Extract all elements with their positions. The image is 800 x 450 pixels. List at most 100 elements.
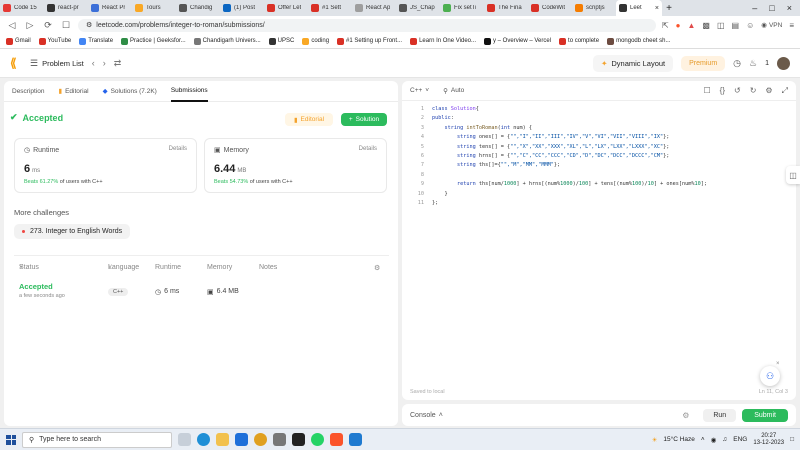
bookmark-item[interactable]: Practice | Geeksfor... [121,37,186,45]
bookmark-item[interactable]: #1 Setting up Front... [337,37,402,45]
explorer-icon[interactable] [216,433,229,446]
streak-icon[interactable]: ♨ [749,58,757,69]
vpn-button[interactable]: ◉ VPN [761,21,782,30]
bookmark-item[interactable]: y – Overview – Vercel [484,37,551,45]
settings-icon[interactable]: ⚙ [374,264,380,272]
close-window-icon[interactable]: × [787,3,792,13]
wallet-icon[interactable]: ▤ [732,21,740,30]
language-select[interactable]: C++ ˅ [410,87,429,94]
memory-details-link[interactable]: Details [359,146,377,152]
notification-icon[interactable]: □ [790,436,794,443]
bookmark-icon[interactable]: ☐ [60,20,72,31]
maximize-icon[interactable]: □ [769,3,774,13]
wifi-icon[interactable]: ◉ [711,436,717,444]
settings-app-icon[interactable] [273,433,286,446]
terminal-icon[interactable] [292,433,305,446]
browser-tab[interactable]: #1 Sett [308,0,352,16]
browser-tab[interactable]: Offer Let [264,0,308,16]
close-icon[interactable]: × [776,361,780,367]
solution-button[interactable]: + Solution [341,113,387,126]
close-tab-icon[interactable]: × [655,5,659,12]
retry-icon[interactable]: ↻ [750,86,757,96]
new-tab-button[interactable]: + [662,3,676,14]
browser-tab[interactable]: React Pr [88,0,132,16]
extensions-icon[interactable]: ▩ [702,21,710,30]
next-problem-icon[interactable]: › [103,58,106,68]
gear-icon[interactable]: ⚙ [765,86,772,96]
bookmark-item[interactable]: Translate [79,37,113,45]
browser-tab[interactable]: react-pr [44,0,88,16]
chrome-icon[interactable] [254,433,267,446]
run-button[interactable]: Run [703,408,737,422]
browser-tab[interactable]: Fix setTi [440,0,484,16]
side-panel-toggle[interactable]: ◫ [786,166,800,184]
editorial-button[interactable]: ▮ Editorial [285,113,333,126]
browser-tab[interactable]: JS_Chap [396,0,440,16]
browser-tab[interactable]: Code 15 [0,0,44,16]
edge-icon[interactable] [197,433,210,446]
reset-icon[interactable]: ↺ [734,86,741,96]
submit-button[interactable]: Submit [742,408,788,422]
premium-button[interactable]: Premium [681,55,726,71]
table-row[interactable]: Accepted a few seconds ago C++ ◷ 6 ms ▣ 6.… [14,282,389,304]
weather-text[interactable]: 15°C Haze [663,436,695,443]
vscode-icon[interactable] [349,433,362,446]
runtime-card[interactable]: ◷ Runtime Details 6 ms Beats 61.27% of use… [14,138,197,193]
timer-icon[interactable]: ◷ [733,58,741,69]
site-info-icon[interactable]: ⚙ [86,21,92,29]
forward-icon[interactable]: ▷ [24,20,36,31]
task-view-icon[interactable] [178,433,191,446]
bookmark-item[interactable]: coding [302,37,329,45]
profile-icon[interactable]: ☺ [746,21,754,30]
challenge-chip[interactable]: 273. Integer to English Words [14,224,131,239]
minimize-icon[interactable]: – [752,3,757,13]
url-field[interactable]: ⚙ leetcode.com/problems/integer-to-roman… [78,18,656,32]
bookmark-item[interactable]: YouTube [38,37,71,45]
braces-icon[interactable]: {} [720,86,725,96]
leetcode-logo-icon[interactable]: ⟪ [10,57,22,69]
settings-icon[interactable]: ⚙ [682,411,689,420]
browser-tab[interactable]: React Ap [352,0,396,16]
bookmark-icon[interactable]: ☐ [704,86,711,96]
brave-rewards-icon[interactable]: ▲ [688,21,696,30]
bookmark-item[interactable]: Gmail [6,37,31,45]
bookmark-item[interactable]: to complete [559,37,599,45]
taskbar-search[interactable]: ⚲ Type here to search [22,431,172,448]
chat-icon[interactable]: ⚇ [760,366,780,386]
browser-tab[interactable]: Chandig [176,0,220,16]
brave-shield-icon[interactable]: ● [676,21,681,30]
browser-tab[interactable]: Tours [132,0,176,16]
memory-card[interactable]: ▣ Memory Details 6.44 MB Beats 54.73% of u… [204,138,387,193]
avatar[interactable] [777,56,790,70]
browser-tab[interactable]: scriptjs [572,0,616,16]
bookmark-item[interactable]: Learn In One Video... [410,37,476,45]
mail-icon[interactable] [235,433,248,446]
bookmark-item[interactable]: Chandigarh Univers... [193,37,261,45]
bookmark-item[interactable]: UPSC [268,37,294,45]
language-indicator[interactable]: ENG [733,436,747,443]
windows-start-icon[interactable] [6,434,16,445]
sidebar-icon[interactable]: ◫ [717,21,725,30]
tab-description[interactable]: Description [12,81,45,102]
tab-solutions[interactable]: ◆ Solutions (7.2K) [103,81,157,102]
problem-list-button[interactable]: ☰ Problem List [30,58,84,69]
browser-tab[interactable]: (1) Post [220,0,264,16]
tab-submissions[interactable]: Submissions [170,81,208,102]
console-toggle[interactable]: Console ˄ [410,412,443,419]
reload-icon[interactable]: ⟳ [42,20,54,31]
back-icon[interactable]: ◁ [6,20,18,31]
menu-icon[interactable]: ≡ [789,21,794,30]
whatsapp-icon[interactable] [311,433,324,446]
share-icon[interactable]: ⇱ [662,21,669,30]
browser-tab[interactable]: Leet × [616,0,662,16]
browser-tab[interactable]: CodeWit [528,0,572,16]
browser-tab[interactable]: The Fina [484,0,528,16]
row-status[interactable]: Accepted [19,282,53,291]
chevron-up-icon[interactable]: ˄ [701,436,705,443]
volume-icon[interactable]: ♫ [722,436,727,443]
shuffle-icon[interactable]: ⇄ [114,58,122,69]
brave-icon[interactable] [330,433,343,446]
dynamic-layout-button[interactable]: ✦ Dynamic Layout [593,54,674,72]
prev-problem-icon[interactable]: ‹ [92,58,95,68]
tab-editorial[interactable]: ▮ Editorial [59,81,89,102]
